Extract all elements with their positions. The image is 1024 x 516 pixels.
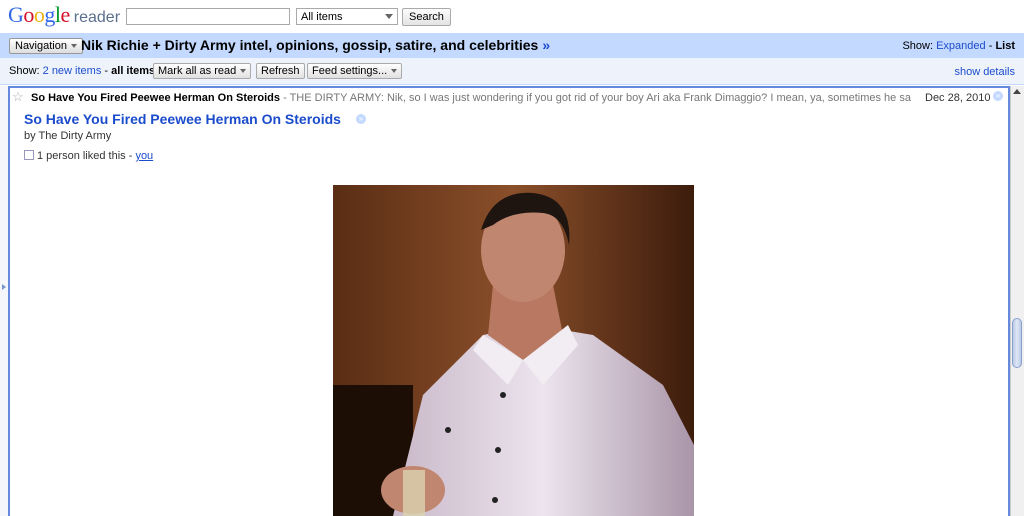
chevron-down-icon — [70, 44, 77, 49]
feed-title[interactable]: Nik Richie + Dirty Army intel, opinions,… — [81, 37, 550, 53]
entry-photo — [333, 185, 694, 516]
show-filter-separator: - — [104, 65, 109, 77]
show-filter-label: Show: — [9, 65, 40, 77]
view-mode-separator: - — [988, 40, 993, 52]
google-reader-logo[interactable]: Google reader — [8, 2, 120, 30]
search-input[interactable] — [126, 8, 290, 25]
feed-title-chevron[interactable]: » — [542, 37, 550, 53]
view-mode-label: Show: — [902, 40, 934, 52]
chevron-down-icon — [391, 69, 398, 74]
mark-all-read-label: Mark all as read — [158, 65, 237, 77]
scroll-up-arrow-icon[interactable] — [1013, 89, 1021, 94]
chevron-down-icon — [385, 14, 393, 19]
reader-logo-text: reader — [73, 9, 121, 26]
entry-byline: by The Dirty Army — [24, 130, 112, 142]
feed-title-text: Nik Richie + Dirty Army intel, opinions,… — [81, 37, 539, 53]
liked-by-row: 1 person liked this - you — [24, 150, 153, 162]
photo-illustration — [333, 185, 694, 516]
star-icon[interactable]: ☆ — [12, 89, 24, 105]
show-details-link[interactable]: show details — [954, 66, 1015, 78]
mark-all-read-button[interactable]: Mark all as read — [153, 63, 252, 79]
show-filter: Show: 2 new items - all items — [9, 65, 155, 77]
entry-summary-line[interactable]: So Have You Fired Peewee Herman On Stero… — [31, 92, 911, 104]
google-logo-text: Google — [8, 2, 70, 27]
refresh-button[interactable]: Refresh — [256, 63, 305, 79]
open-original-icon[interactable]: » — [356, 114, 366, 124]
scroll-thumb[interactable] — [1012, 318, 1022, 368]
search-button[interactable]: Search — [402, 8, 451, 26]
liked-count-text: 1 person liked this - — [37, 150, 136, 162]
view-mode-switch: Show: Expanded - List — [902, 40, 1015, 52]
entry-header-title: So Have You Fired Peewee Herman On Stero… — [31, 92, 281, 104]
like-icon[interactable] — [24, 150, 34, 160]
liked-by-you-link[interactable]: you — [135, 150, 153, 162]
feed-settings-button[interactable]: Feed settings... — [307, 63, 403, 79]
all-items-link[interactable]: all items — [111, 65, 155, 77]
feed-settings-label: Feed settings... — [312, 65, 388, 77]
navigation-label: Navigation — [15, 40, 67, 52]
entry-title-link[interactable]: So Have You Fired Peewee Herman On Stero… — [24, 111, 341, 127]
search-scope-value: All items — [301, 11, 343, 23]
navigation-button[interactable]: Navigation — [9, 38, 83, 54]
search-scope-select[interactable]: All items — [296, 8, 398, 25]
new-items-link[interactable]: 2 new items — [43, 65, 102, 77]
entry-snippet: - THE DIRTY ARMY: Nik, so I was just won… — [280, 92, 911, 104]
open-original-icon[interactable]: » — [993, 91, 1003, 101]
entry-date: Dec 28, 2010 — [925, 92, 991, 104]
chevron-down-icon — [240, 69, 247, 74]
vertical-scrollbar[interactable] — [1010, 86, 1024, 516]
list-view-link[interactable]: List — [995, 40, 1015, 52]
expanded-view-link[interactable]: Expanded — [936, 40, 986, 52]
expand-sidebar-icon[interactable] — [2, 284, 6, 290]
